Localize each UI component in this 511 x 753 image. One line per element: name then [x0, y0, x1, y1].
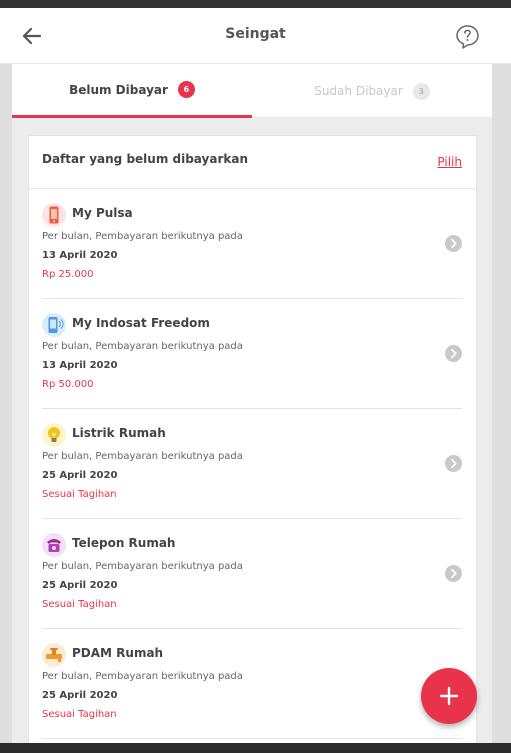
tab-label: Sudah Dibayar: [314, 84, 403, 98]
list-title: Daftar yang belum dibayarkan: [42, 152, 248, 166]
bill-name: Listrik Rumah: [72, 426, 166, 440]
count-badge: 3: [412, 82, 430, 100]
bill-due-date: 25 April 2020: [42, 690, 118, 701]
tab-belum-dibayar[interactable]: Belum Dibayar 6: [12, 64, 252, 118]
telephone-icon: [42, 533, 66, 557]
bill-name: My Pulsa: [72, 206, 133, 220]
bill-schedule: Per bulan, Pembayaran berikutnya pada: [42, 231, 243, 242]
bill-amount: Sesuai Tagihan: [42, 599, 117, 610]
bill-item-my-indosat-freedom[interactable]: My Indosat Freedom Per bulan, Pembayaran…: [42, 299, 462, 409]
bill-schedule: Per bulan, Pembayaran berikutnya pada: [42, 671, 243, 682]
bill-item-telepon-rumah[interactable]: Telepon Rumah Per bulan, Pembayaran beri…: [42, 519, 462, 629]
bill-item-listrik-rumah[interactable]: Listrik Rumah Per bulan, Pembayaran beri…: [42, 409, 462, 519]
app-bar: Seingat: [0, 8, 511, 64]
bill-name: PDAM Rumah: [72, 646, 164, 660]
plus-icon: [439, 686, 459, 706]
bill-amount: Rp 50.000: [42, 379, 94, 390]
page-title: Seingat: [225, 26, 286, 42]
bill-name: My Indosat Freedom: [72, 316, 210, 330]
bill-item-my-pulsa[interactable]: My Pulsa Per bulan, Pembayaran berikutny…: [42, 189, 462, 299]
count-badge: 6: [177, 81, 195, 98]
tab-sudah-dibayar[interactable]: Sudah Dibayar 3: [252, 64, 492, 118]
left-gutter: [0, 64, 12, 743]
unpaid-list-card: Daftar yang belum dibayarkan Pilih My Pu…: [28, 135, 477, 743]
tab-label: Belum Dibayar: [69, 82, 168, 97]
chevron-right-icon: [445, 455, 462, 472]
bill-amount: Sesuai Tagihan: [42, 489, 117, 500]
bill-amount: Sesuai Tagihan: [42, 709, 117, 720]
mobile-phone-icon: [42, 203, 66, 227]
chevron-right-icon: [445, 345, 462, 362]
bill-schedule: Per bulan, Pembayaran berikutnya pada: [42, 451, 243, 462]
tab-bar: Belum Dibayar 6 Sudah Dibayar 3: [12, 64, 492, 118]
bill-due-date: 25 April 2020: [42, 580, 118, 591]
mobile-data-icon: [42, 313, 66, 337]
bill-name: Telepon Rumah: [72, 536, 176, 550]
question-mark-icon[interactable]: [455, 24, 480, 49]
right-gutter: [492, 64, 511, 743]
navigation-strip: [0, 743, 511, 753]
bill-schedule: Per bulan, Pembayaran berikutnya pada: [42, 561, 243, 572]
bill-amount: Rp 25.000: [42, 269, 94, 280]
list-header: Daftar yang belum dibayarkan Pilih: [29, 136, 476, 189]
status-strip: [0, 0, 511, 8]
main-content: Belum Dibayar 6 Sudah Dibayar 3 Daftar y…: [0, 64, 511, 743]
bill-schedule: Per bulan, Pembayaran berikutnya pada: [42, 341, 243, 352]
bill-item-pdam-rumah[interactable]: PDAM Rumah Per bulan, Pembayaran berikut…: [42, 629, 462, 739]
water-tap-icon: [42, 643, 66, 667]
bill-due-date: 13 April 2020: [42, 250, 118, 261]
light-bulb-icon: [42, 423, 66, 447]
chevron-right-icon: [445, 235, 462, 252]
select-link[interactable]: Pilih: [437, 155, 462, 169]
chevron-right-icon: [445, 565, 462, 582]
add-bill-button[interactable]: [421, 668, 477, 724]
bill-due-date: 13 April 2020: [42, 360, 118, 371]
bill-due-date: 25 April 2020: [42, 470, 118, 481]
